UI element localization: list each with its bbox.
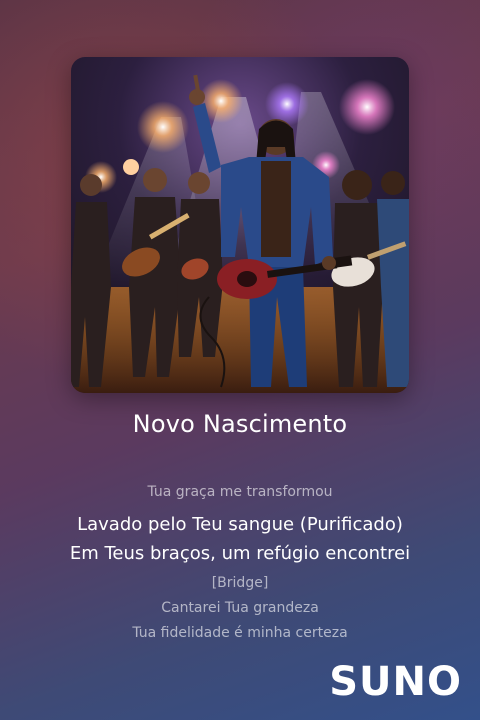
player-screen: Novo Nascimento Tua graça me transformou… (0, 0, 480, 720)
lyric-line-next: Cantarei Tua grandeza (161, 600, 319, 616)
album-cover-art (71, 57, 409, 393)
lyric-line-current-2: Em Teus braços, um refúgio encontrei (69, 543, 411, 564)
lyric-line-next-2: Tua fidelidade é minha certeza (132, 625, 348, 641)
lyric-line-previous: Tua graça me transformou (147, 484, 333, 500)
lyric-section-label: [Bridge] (211, 575, 269, 591)
suno-logo: SUNO (329, 659, 462, 705)
lyric-line-current: Lavado pelo Teu sangue (Purificado) (77, 514, 403, 535)
song-title: Novo Nascimento (132, 410, 348, 438)
